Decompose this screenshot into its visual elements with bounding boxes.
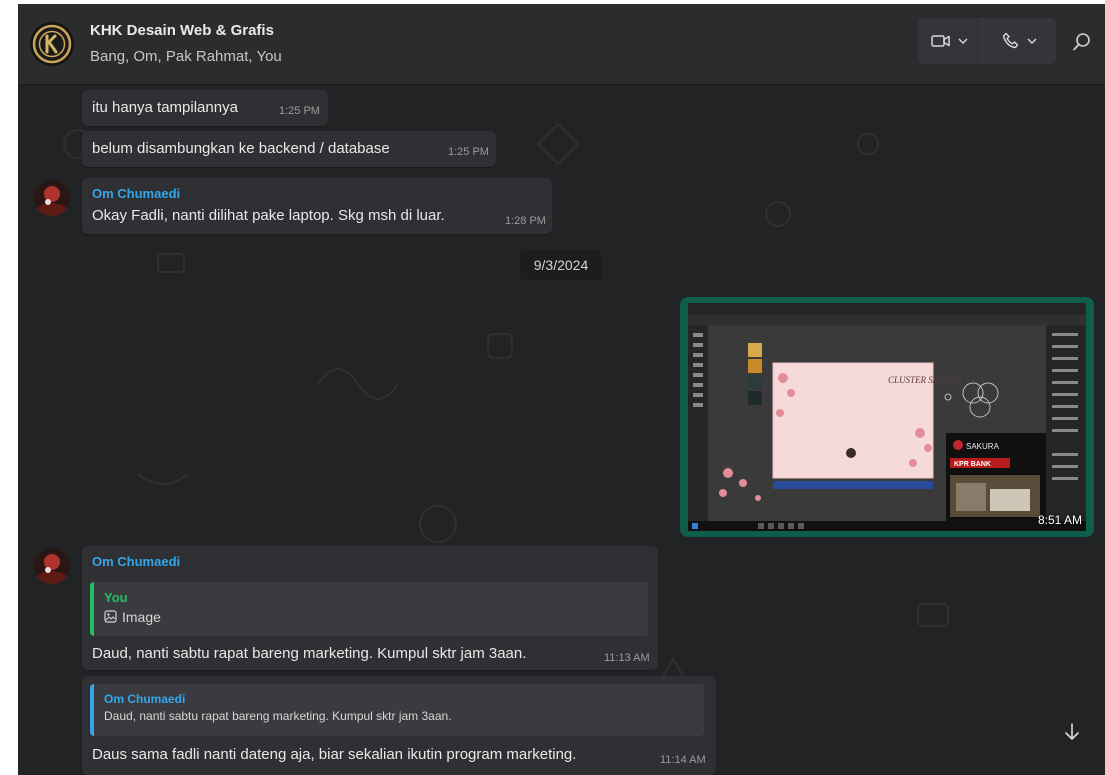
sender-avatar[interactable] <box>34 180 70 216</box>
quoted-message[interactable]: You Image <box>90 582 648 636</box>
illustrator-screenshot: CLUSTER SAKURA SAKURA KPR BANK <box>688 303 1086 531</box>
cluster-title-text: CLUSTER SAKURA <box>888 375 962 385</box>
chevron-down-icon <box>958 38 968 44</box>
quoted-text: Daud, nanti sabtu rapat bareng marketing… <box>104 709 452 723</box>
call-controls <box>918 18 1056 64</box>
sender-name[interactable]: Om Chumaedi <box>92 554 180 569</box>
search-icon <box>1073 33 1090 51</box>
image-icon <box>104 610 117 623</box>
phone-icon <box>1002 32 1018 49</box>
message-time: 11:14 AM <box>660 754 706 766</box>
promo-brand-text: SAKURA <box>966 442 1000 451</box>
sender-avatar[interactable] <box>34 548 70 584</box>
quoted-sender: Om Chumaedi <box>104 692 186 706</box>
message-time: 11:13 AM <box>604 652 650 664</box>
message-bubble[interactable]: Om Chumaedi Okay Fadli, nanti dilihat pa… <box>82 178 552 234</box>
quoted-text: Image <box>122 609 161 625</box>
voice-call-button[interactable] <box>981 18 1056 64</box>
message-time: 1:28 PM <box>505 215 546 227</box>
chat-window: KHK Desain Web & Grafis Bang, Om, Pak Ra… <box>18 4 1105 775</box>
message-bubble[interactable]: Om Chumaedi Daud, nanti sabtu rapat bare… <box>82 676 716 775</box>
image-message[interactable]: CLUSTER SAKURA SAKURA KPR BANK 8:51 AM <box>680 297 1094 537</box>
quote-accent-bar <box>90 684 94 736</box>
chevron-down-icon <box>1027 38 1037 44</box>
promo-text: KPR BANK <box>954 461 991 468</box>
message-bubble[interactable]: Om Chumaedi You Image Daud, nanti sabtu … <box>82 546 658 670</box>
khk-logo-icon <box>32 24 72 64</box>
group-avatar[interactable] <box>30 22 74 66</box>
message-text: Daud, nanti sabtu rapat bareng marketing… <box>92 645 527 662</box>
quoted-message[interactable]: Om Chumaedi Daud, nanti sabtu rapat bare… <box>90 684 704 736</box>
quote-accent-bar <box>90 582 94 636</box>
message-text: Daus sama fadli nanti dateng aja, biar s… <box>92 746 577 763</box>
message-text: belum disambungkan ke backend / database <box>92 140 390 157</box>
message-bubble[interactable]: belum disambungkan ke backend / database… <box>82 131 496 167</box>
message-time: 8:51 AM <box>1037 513 1082 527</box>
arrow-down-icon <box>1065 723 1079 740</box>
avatar-image <box>34 180 70 216</box>
search-button[interactable] <box>1070 30 1094 54</box>
date-divider: 9/3/2024 <box>520 250 602 280</box>
chat-title[interactable]: KHK Desain Web & Grafis <box>90 22 274 39</box>
message-time: 1:25 PM <box>448 146 489 158</box>
message-time: 1:25 PM <box>279 105 320 117</box>
quoted-sender: You <box>104 590 128 605</box>
message-text: itu hanya tampilannya <box>92 99 238 116</box>
message-bubble[interactable]: itu hanya tampilannya 1:25 PM <box>82 90 328 126</box>
chat-header[interactable]: KHK Desain Web & Grafis Bang, Om, Pak Ra… <box>18 4 1105 84</box>
image-thumbnail[interactable]: CLUSTER SAKURA SAKURA KPR BANK <box>688 303 1086 531</box>
chat-members[interactable]: Bang, Om, Pak Rahmat, You <box>90 48 282 65</box>
video-call-button[interactable] <box>918 18 982 64</box>
scroll-to-bottom-button[interactable] <box>1055 711 1089 753</box>
message-text: Okay Fadli, nanti dilihat pake laptop. S… <box>92 207 445 224</box>
video-camera-icon <box>931 35 951 47</box>
avatar-image <box>34 548 70 584</box>
sender-name[interactable]: Om Chumaedi <box>92 186 180 201</box>
